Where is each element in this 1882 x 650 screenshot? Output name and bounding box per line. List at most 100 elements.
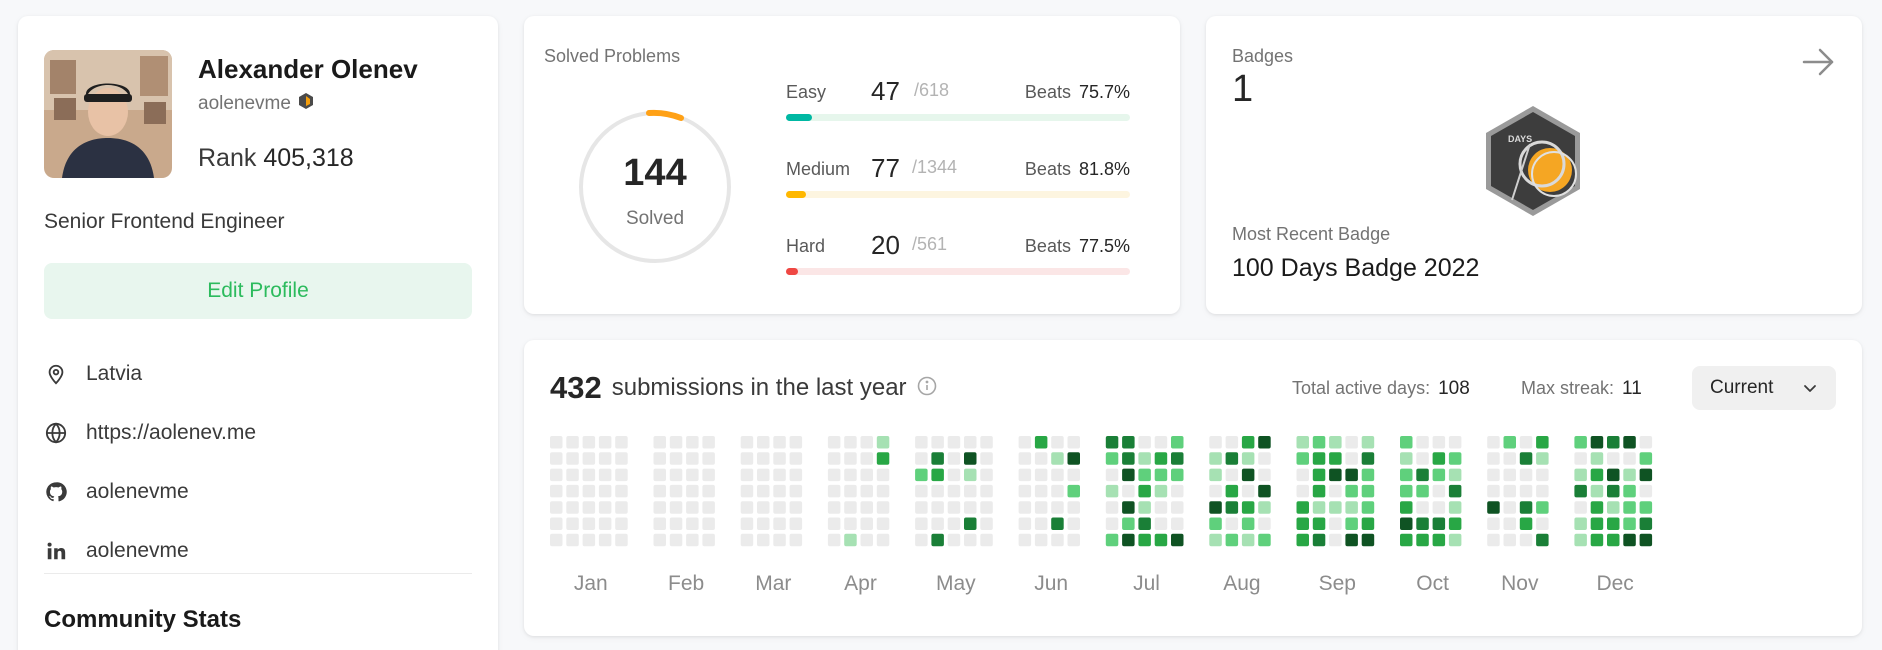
- heatmap-cell[interactable]: [1503, 468, 1517, 482]
- heatmap-cell[interactable]: [1590, 468, 1604, 482]
- heatmap-cell[interactable]: [1361, 484, 1375, 498]
- heatmap-cell[interactable]: [1416, 436, 1429, 449]
- heatmap-cell[interactable]: [1122, 468, 1135, 482]
- heatmap-cell[interactable]: [1503, 436, 1517, 449]
- heatmap-cell[interactable]: [844, 501, 857, 514]
- heatmap-cell[interactable]: [653, 468, 667, 482]
- heatmap-cell[interactable]: [1574, 501, 1587, 514]
- heatmap-cell[interactable]: [947, 501, 961, 514]
- heatmap-cell[interactable]: [1448, 452, 1462, 465]
- heatmap-cell[interactable]: [1400, 436, 1413, 449]
- heatmap-cell[interactable]: [1416, 484, 1429, 498]
- heatmap-cell[interactable]: [1432, 452, 1446, 465]
- heatmap-cell[interactable]: [566, 501, 579, 514]
- heatmap-cell[interactable]: [740, 533, 754, 547]
- heatmap-cell[interactable]: [686, 452, 699, 465]
- heatmap-cell[interactable]: [844, 452, 857, 465]
- heatmap-cell[interactable]: [931, 452, 944, 465]
- heatmap-cell[interactable]: [773, 517, 786, 531]
- heatmap-cell[interactable]: [1105, 533, 1119, 547]
- heatmap-cell[interactable]: [876, 452, 890, 465]
- badges-card[interactable]: Badges 1 DAYS Most Recent Badge 100 Days…: [1206, 16, 1862, 314]
- heatmap-cell[interactable]: [931, 517, 944, 531]
- linkedin-link[interactable]: aolenevme: [86, 539, 189, 563]
- heatmap-cell[interactable]: [669, 452, 683, 465]
- heatmap-cell[interactable]: [1105, 436, 1119, 449]
- heatmap-cell[interactable]: [876, 501, 890, 514]
- heatmap-cell[interactable]: [1607, 484, 1620, 498]
- heatmap-cell[interactable]: [550, 468, 563, 482]
- heatmap-cell[interactable]: [669, 468, 683, 482]
- heatmap-cell[interactable]: [1018, 468, 1032, 482]
- heatmap-cell[interactable]: [1536, 517, 1549, 531]
- heatmap-cell[interactable]: [1296, 484, 1310, 498]
- heatmap-cell[interactable]: [876, 533, 890, 547]
- heatmap-cell[interactable]: [1448, 517, 1462, 531]
- heatmap-cell[interactable]: [1639, 533, 1653, 547]
- heatmap-cell[interactable]: [1154, 452, 1168, 465]
- heatmap-cell[interactable]: [1018, 501, 1032, 514]
- heatmap-cell[interactable]: [653, 501, 667, 514]
- heatmap-cell[interactable]: [1105, 501, 1119, 514]
- heatmap-cell[interactable]: [1607, 436, 1620, 449]
- heatmap-cell[interactable]: [1258, 533, 1271, 547]
- heatmap-cell[interactable]: [1361, 517, 1375, 531]
- heatmap-cell[interactable]: [702, 501, 715, 514]
- heatmap-cell[interactable]: [1361, 436, 1375, 449]
- heatmap-cell[interactable]: [1448, 484, 1462, 498]
- heatmap-cell[interactable]: [757, 484, 770, 498]
- heatmap-cell[interactable]: [1639, 501, 1653, 514]
- heatmap-cell[interactable]: [1209, 517, 1222, 531]
- heatmap-cell[interactable]: [980, 517, 993, 531]
- heatmap-cell[interactable]: [740, 501, 754, 514]
- heatmap-cell[interactable]: [1296, 468, 1310, 482]
- heatmap-cell[interactable]: [1503, 452, 1517, 465]
- heatmap-cell[interactable]: [1018, 484, 1032, 498]
- heatmap-cell[interactable]: [1623, 501, 1636, 514]
- heatmap-cell[interactable]: [1122, 484, 1135, 498]
- heatmap-cell[interactable]: [598, 452, 612, 465]
- heatmap-cell[interactable]: [1296, 436, 1310, 449]
- heatmap-cell[interactable]: [915, 517, 928, 531]
- heatmap-cell[interactable]: [1400, 501, 1413, 514]
- heatmap-cell[interactable]: [1258, 468, 1271, 482]
- heatmap-cell[interactable]: [615, 501, 628, 514]
- heatmap-cell[interactable]: [566, 436, 579, 449]
- heatmap-cell[interactable]: [1209, 484, 1222, 498]
- heatmap-cell[interactable]: [1345, 501, 1358, 514]
- heatmap-cell[interactable]: [566, 452, 579, 465]
- heatmap-cell[interactable]: [1345, 484, 1358, 498]
- heatmap-cell[interactable]: [582, 484, 596, 498]
- heatmap-cell[interactable]: [980, 468, 993, 482]
- heatmap-cell[interactable]: [702, 484, 715, 498]
- heatmap-cell[interactable]: [827, 484, 841, 498]
- heatmap-cell[interactable]: [653, 484, 667, 498]
- heatmap-cell[interactable]: [740, 452, 754, 465]
- heatmap-cell[interactable]: [1296, 501, 1310, 514]
- heatmap-cell[interactable]: [1416, 452, 1429, 465]
- heatmap-cell[interactable]: [1345, 533, 1358, 547]
- heatmap-cell[interactable]: [1361, 501, 1375, 514]
- heatmap-cell[interactable]: [773, 452, 786, 465]
- heatmap-cell[interactable]: [1051, 501, 1064, 514]
- heatmap-cell[interactable]: [1329, 517, 1342, 531]
- heatmap-cell[interactable]: [1296, 517, 1310, 531]
- heatmap-cell[interactable]: [757, 468, 770, 482]
- heatmap-cell[interactable]: [757, 452, 770, 465]
- heatmap-cell[interactable]: [1034, 533, 1048, 547]
- heatmap-cell[interactable]: [598, 436, 612, 449]
- info-icon[interactable]: [917, 376, 937, 401]
- heatmap-cell[interactable]: [964, 517, 977, 531]
- heatmap-cell[interactable]: [550, 484, 563, 498]
- heatmap-cell[interactable]: [947, 517, 961, 531]
- heatmap-cell[interactable]: [860, 436, 874, 449]
- heatmap-cell[interactable]: [1329, 468, 1342, 482]
- heatmap-cell[interactable]: [980, 533, 993, 547]
- heatmap-cell[interactable]: [1536, 468, 1549, 482]
- heatmap-cell[interactable]: [964, 452, 977, 465]
- heatmap-cell[interactable]: [1122, 533, 1135, 547]
- heatmap-cell[interactable]: [1590, 436, 1604, 449]
- heatmap-cell[interactable]: [1400, 484, 1413, 498]
- heatmap-cell[interactable]: [1400, 533, 1413, 547]
- heatmap-cell[interactable]: [1312, 501, 1326, 514]
